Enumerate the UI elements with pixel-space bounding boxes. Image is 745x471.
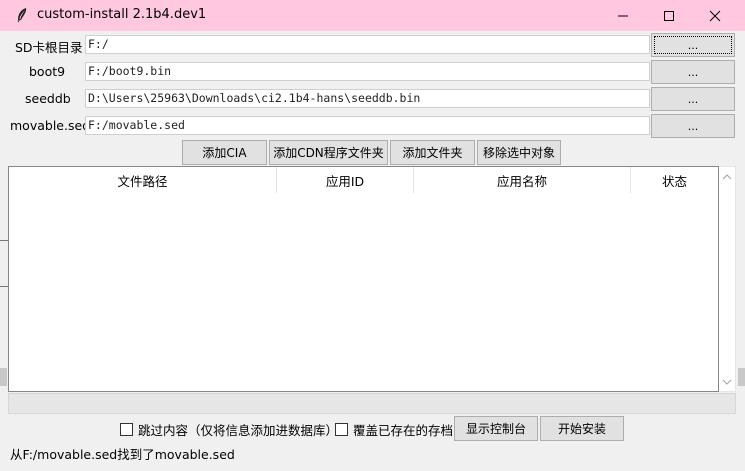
boot9-label: boot9 <box>29 64 66 79</box>
minimize-icon <box>618 15 628 16</box>
feather-icon <box>17 8 27 23</box>
maximize-button[interactable] <box>646 0 692 31</box>
add-cia-button[interactable]: 添加CIA <box>182 140 267 165</box>
seeddb-label: seeddb <box>25 91 71 106</box>
skip-contents-label: 跳过内容（仅将信息添加进数据库） <box>138 422 339 438</box>
close-button[interactable] <box>692 0 738 31</box>
column-header-status[interactable]: 状态 <box>631 167 718 193</box>
overwrite-saves-checkbox[interactable] <box>335 422 348 436</box>
remove-selected-button[interactable]: 移除选中对象 <box>477 140 561 165</box>
title-bar: custom-install 2.1b4.dev1 <box>0 0 745 31</box>
boot9-input[interactable]: F:/boot9.bin <box>85 62 650 81</box>
column-header-app-id[interactable]: 应用ID <box>277 167 414 193</box>
sd-root-label: SD卡根目录 <box>15 40 83 55</box>
start-install-button[interactable]: 开始安装 <box>540 416 624 441</box>
background-window-edge <box>738 368 745 386</box>
scroll-up-icon[interactable] <box>722 172 732 182</box>
table-vertical-scrollbar[interactable] <box>719 166 736 392</box>
skip-contents-checkbox[interactable] <box>120 422 133 436</box>
add-cdn-folder-button[interactable]: 添加CDN程序文件夹 <box>269 140 388 165</box>
minimize-button[interactable] <box>600 0 646 31</box>
seeddb-browse-button[interactable]: ... <box>651 87 735 111</box>
show-console-button[interactable]: 显示控制台 <box>454 416 538 441</box>
overwrite-saves-label: 覆盖已存在的存档 <box>353 422 454 438</box>
scroll-down-icon[interactable] <box>722 377 732 387</box>
movable-sed-browse-button[interactable]: ... <box>651 114 735 138</box>
skip-contents-option[interactable]: 跳过内容（仅将信息添加进数据库） <box>120 420 338 438</box>
sd-root-input[interactable]: F:/ <box>85 35 650 54</box>
background-window-edge <box>0 286 8 287</box>
column-header-file-path[interactable]: 文件路径 <box>9 167 277 193</box>
maximize-icon <box>664 10 674 21</box>
movable-sed-input[interactable]: F:/movable.sed <box>85 116 650 135</box>
install-queue-table[interactable]: 文件路径 应用ID 应用名称 状态 <box>8 166 719 392</box>
sd-root-browse-button[interactable]: ... <box>651 33 735 57</box>
seeddb-input[interactable]: D:\Users\25963\Downloads\ci2.1b4-hans\se… <box>85 89 650 108</box>
column-header-app-name[interactable]: 应用名称 <box>414 167 631 193</box>
close-icon <box>709 10 721 21</box>
table-header: 文件路径 应用ID 应用名称 状态 <box>9 167 718 193</box>
movable-sed-label: movable.sed <box>10 118 91 133</box>
background-window-edge <box>0 368 7 386</box>
background-window-edge <box>0 240 8 241</box>
window-title: custom-install 2.1b4.dev1 <box>37 7 207 22</box>
status-text: 从F:/movable.sed找到了movable.sed <box>10 447 235 462</box>
table-horizontal-scrollbar[interactable] <box>8 393 736 414</box>
add-folder-button[interactable]: 添加文件夹 <box>390 140 475 165</box>
boot9-browse-button[interactable]: ... <box>651 60 735 84</box>
overwrite-saves-option[interactable]: 覆盖已存在的存档 <box>335 420 453 438</box>
